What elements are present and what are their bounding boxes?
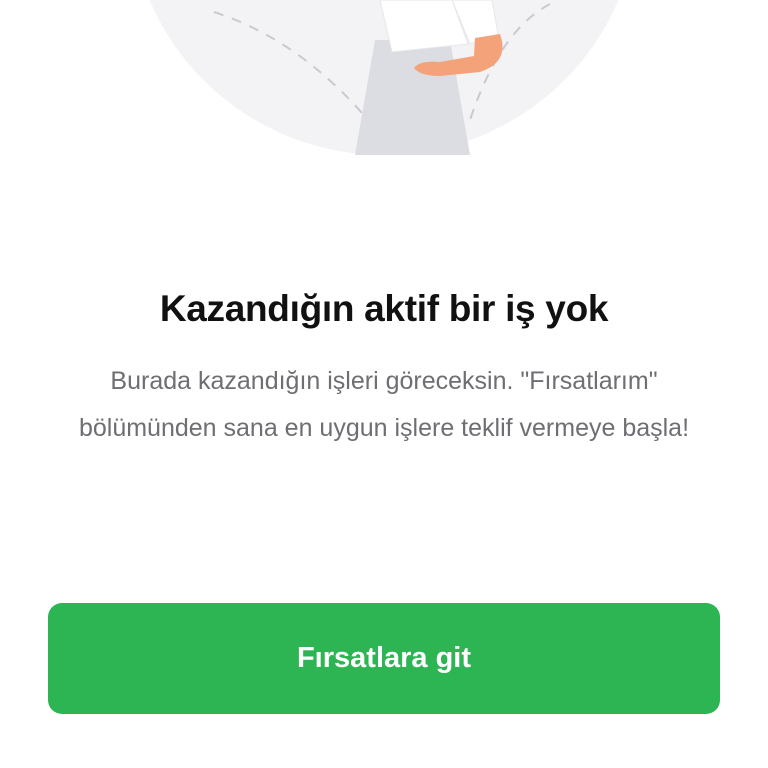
- person-illustration: [149, 0, 619, 155]
- empty-state-title: Kazandığın aktif bir iş yok: [159, 288, 609, 329]
- empty-state-screen: Kazandığın aktif bir iş yok Burada kazan…: [0, 0, 768, 768]
- person-skirt: [355, 40, 470, 155]
- empty-state-description: Burada kazandığın işleri göreceksin. "Fı…: [78, 367, 690, 442]
- go-to-opportunities-button[interactable]: Fırsatlara git: [48, 603, 720, 714]
